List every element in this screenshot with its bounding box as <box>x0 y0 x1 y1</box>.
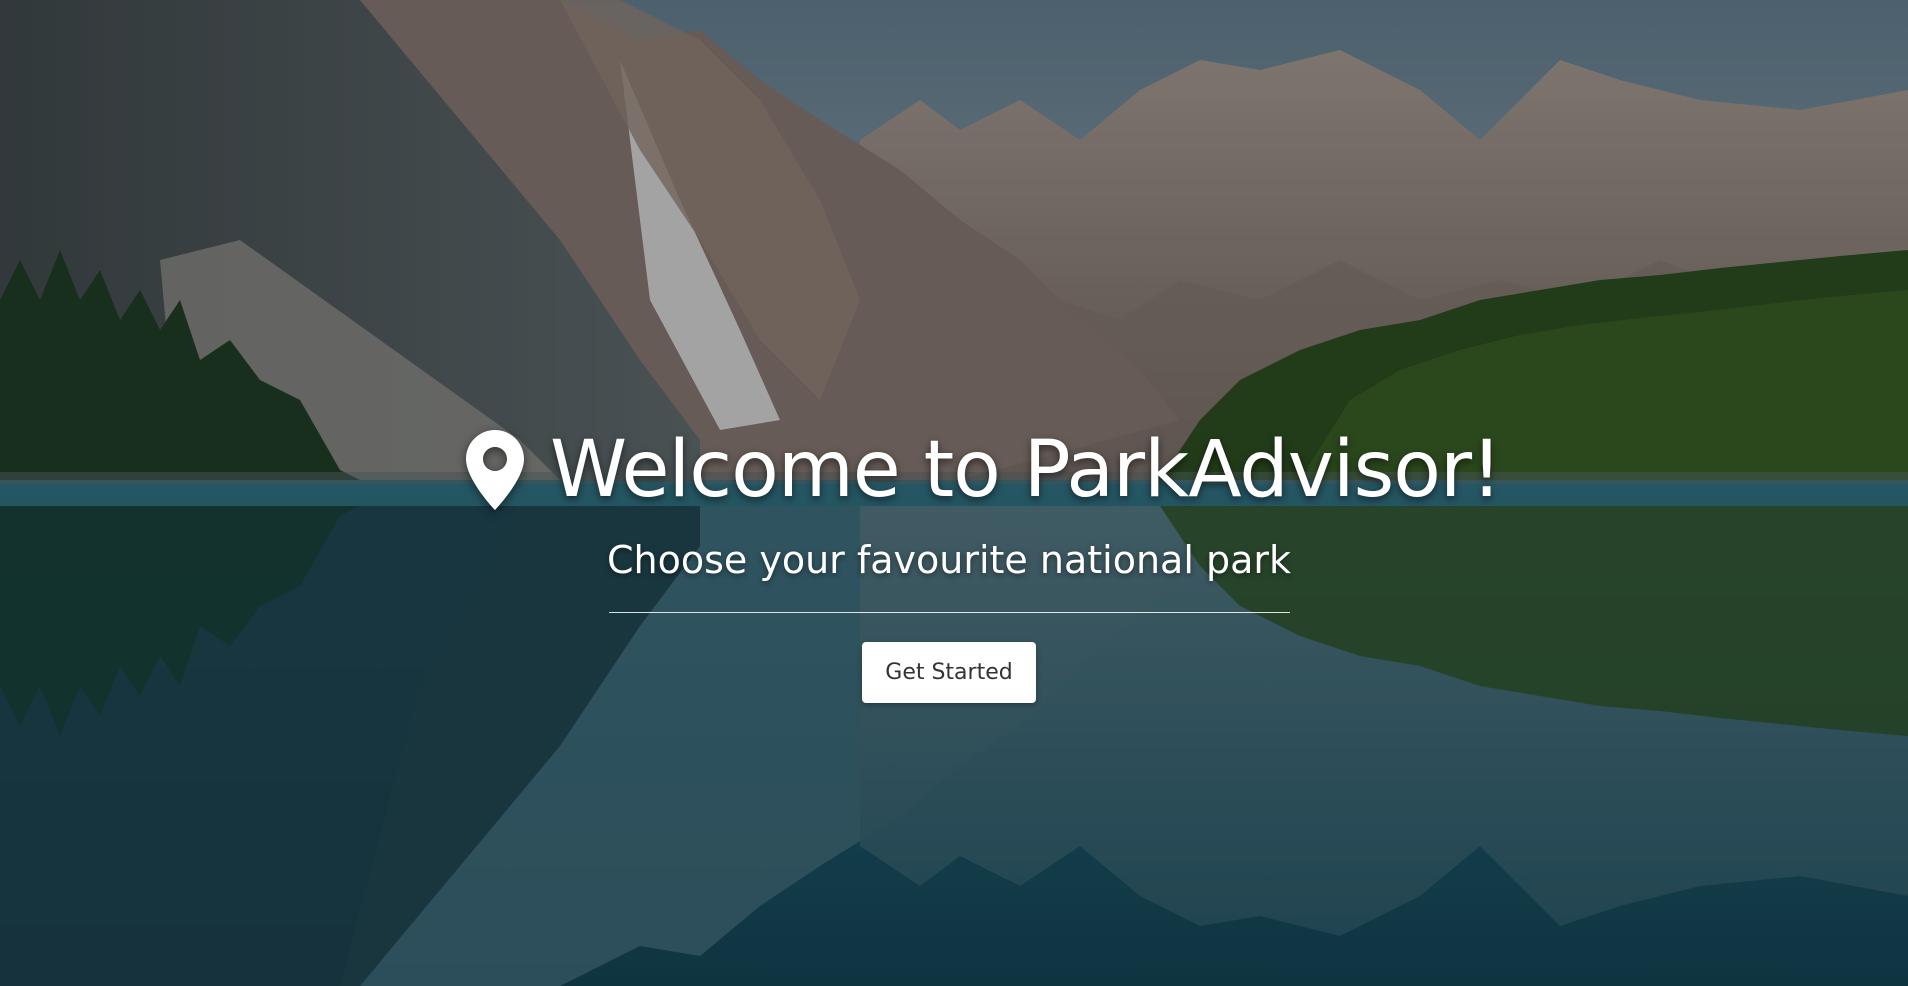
hero-content: Welcome to ParkAdvisor! Choose your favo… <box>0 0 1908 986</box>
page-subtitle: Choose your favourite national park <box>606 538 1292 582</box>
divider <box>609 612 1290 613</box>
hero-headline: Welcome to ParkAdvisor! <box>466 420 1502 520</box>
page-title: Welcome to ParkAdvisor! <box>550 425 1502 515</box>
hero-section: Welcome to ParkAdvisor! Choose your favo… <box>0 0 1908 986</box>
map-marker-icon <box>466 430 524 510</box>
get-started-button[interactable]: Get Started <box>862 642 1036 703</box>
